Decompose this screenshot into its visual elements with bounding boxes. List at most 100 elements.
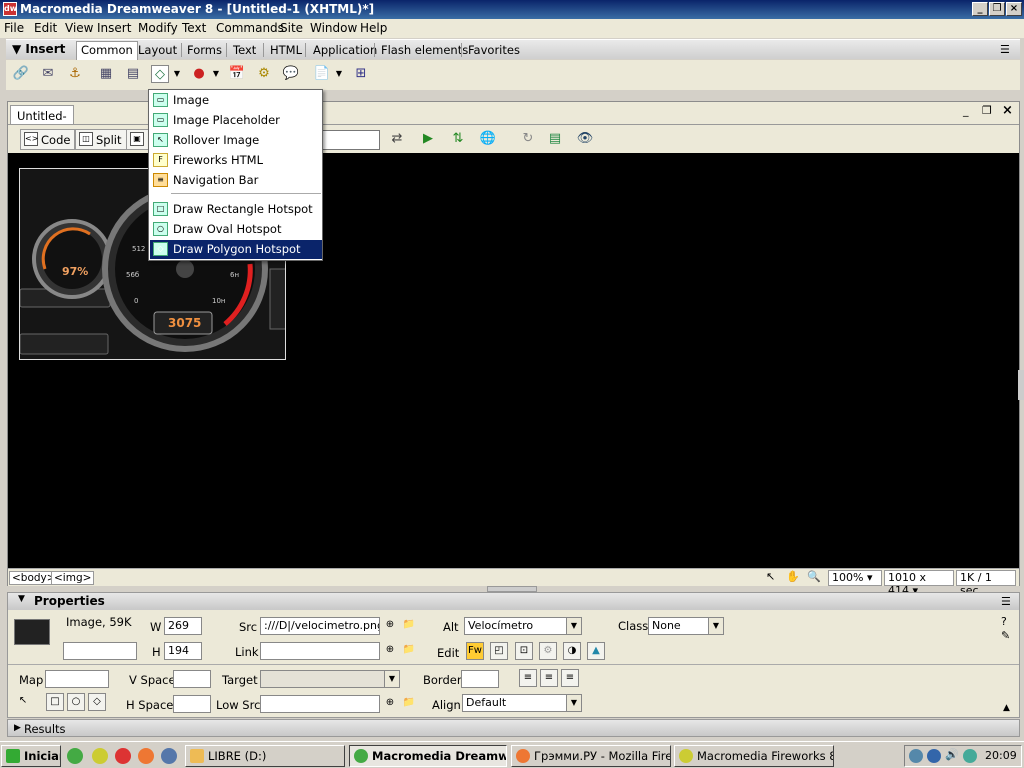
security-tray-icon[interactable] [963, 749, 977, 763]
brightness-icon[interactable]: ◑ [563, 642, 581, 660]
doc-restore-button[interactable]: ❐ [982, 104, 992, 117]
tab-common[interactable]: Common [76, 41, 138, 60]
lowsrc-input[interactable] [260, 695, 380, 713]
point-to-file-icon[interactable]: ⊕ [381, 695, 399, 713]
menu-text[interactable]: Text [182, 21, 206, 35]
tab-layout[interactable]: Layout [138, 43, 177, 57]
hyperlink-icon[interactable]: 🔗 [12, 65, 30, 83]
properties-header[interactable]: ▼ Properties [8, 593, 1019, 610]
menu-item-draw-oval-hotspot[interactable]: ○ Draw Oval Hotspot [150, 220, 322, 239]
menu-item-image-placeholder[interactable]: ▭ Image Placeholder [150, 111, 322, 130]
visual-aids-icon[interactable]: 👁 [576, 130, 594, 148]
taskbar-button-firefox[interactable]: Грэмми.РУ - Mozilla Firefox [511, 745, 671, 767]
menu-edit[interactable]: Edit [34, 21, 57, 35]
browser-quicklaunch-icon[interactable] [161, 748, 177, 764]
menu-item-draw-rectangle-hotspot[interactable]: □ Draw Rectangle Hotspot [150, 200, 322, 219]
tag-selector-img[interactable]: <img> [51, 571, 95, 585]
menu-item-navigation-bar[interactable]: ≡ Navigation Bar [150, 171, 322, 190]
zoom-tool-icon[interactable]: 🔍 [807, 570, 821, 583]
folder-icon[interactable]: 📁 [400, 695, 418, 713]
chevron-down-icon[interactable]: ▼ [172, 65, 182, 83]
insert-bar-title[interactable]: ▼ Insert [12, 42, 65, 56]
class-select[interactable]: None ▼ [648, 617, 724, 635]
close-button[interactable]: × [1006, 2, 1022, 16]
tab-text[interactable]: Text [233, 43, 256, 57]
pointer-tool-icon[interactable]: ↖ [766, 570, 775, 583]
width-input[interactable]: 269 [164, 617, 202, 635]
align-select[interactable]: Default ▼ [462, 694, 582, 712]
vspace-input[interactable] [173, 670, 211, 688]
sharpen-icon[interactable]: ▲ [587, 642, 605, 660]
restore-button[interactable]: ❐ [989, 2, 1005, 16]
document-title-input[interactable] [320, 130, 380, 150]
map-name-input[interactable] [45, 670, 109, 688]
align-center-icon[interactable]: ≡ [540, 669, 558, 687]
tab-flash-elements[interactable]: Flash elements [381, 43, 468, 57]
menu-site[interactable]: Site [280, 21, 303, 35]
taskbar-button-fireworks[interactable]: Macromedia Fireworks 8 [674, 745, 834, 767]
view-options-icon[interactable]: ▤ [546, 130, 564, 148]
dreamweaver-quicklaunch-icon[interactable] [67, 748, 83, 764]
tab-favorites[interactable]: Favorites [468, 43, 520, 57]
media-icon[interactable]: ● [190, 65, 208, 83]
layer-icon[interactable]: ▤ [124, 65, 142, 83]
image-hotspot-icon[interactable]: ◇ [151, 65, 169, 83]
point-to-file-icon[interactable]: ⊕ [381, 642, 399, 660]
hspace-input[interactable] [173, 695, 211, 713]
height-input[interactable]: 194 [164, 642, 202, 660]
menu-insert[interactable]: Insert [97, 21, 131, 35]
hand-tool-icon[interactable]: ✋ [786, 570, 800, 583]
crop-icon[interactable]: ⊡ [515, 642, 533, 660]
oval-hotspot-tool-icon[interactable]: ○ [67, 693, 85, 711]
pointer-hotspot-tool-icon[interactable]: ↖ [14, 693, 32, 711]
menu-item-draw-polygon-hotspot[interactable]: ◇ Draw Polygon Hotspot [150, 240, 322, 259]
menu-item-image[interactable]: ▭ Image [150, 91, 322, 110]
fireworks-quicklaunch-icon[interactable] [92, 748, 108, 764]
side-panel-collapse-handle[interactable] [1018, 370, 1024, 400]
file-management-icon[interactable]: ⇄ [388, 130, 406, 148]
comment-icon[interactable]: 💬 [282, 65, 300, 83]
minimize-button[interactable]: _ [972, 2, 988, 16]
menu-file[interactable]: File [4, 21, 24, 35]
tab-application[interactable]: Application [313, 43, 377, 57]
align-right-icon[interactable]: ≡ [561, 669, 579, 687]
refresh-icon[interactable]: ↻ [519, 130, 537, 148]
resample-icon[interactable]: ⚙ [539, 642, 557, 660]
panel-options-icon[interactable]: ☰ [1001, 595, 1011, 608]
menu-help[interactable]: Help [360, 21, 387, 35]
chevron-down-icon[interactable]: ▼ [211, 65, 221, 83]
help-icon[interactable]: ? [1001, 615, 1007, 628]
panel-options-icon[interactable]: ☰ [1000, 43, 1010, 56]
target-select[interactable]: ▼ [260, 670, 400, 688]
polygon-hotspot-tool-icon[interactable]: ◇ [88, 693, 106, 711]
flash-quicklaunch-icon[interactable] [115, 748, 131, 764]
table-icon[interactable]: ▦ [97, 65, 115, 83]
image-name-input[interactable] [63, 642, 137, 660]
collapse-panel-icon[interactable]: ▲ [1003, 703, 1010, 713]
volume-tray-icon[interactable]: 🔊 [945, 748, 959, 761]
point-to-file-icon[interactable]: ⊕ [381, 617, 399, 635]
tag-chooser-icon[interactable]: ⊞ [352, 65, 370, 83]
chevron-down-icon[interactable]: ▼ [334, 65, 344, 83]
menu-item-fireworks-html[interactable]: F Fireworks HTML [150, 151, 322, 170]
network-tray-icon[interactable] [909, 749, 923, 763]
fireworks-edit-icon[interactable]: Fw [466, 642, 484, 660]
link-input[interactable] [260, 642, 380, 660]
code-view-button[interactable]: <> Code [20, 129, 76, 150]
menu-view[interactable]: View [65, 21, 93, 35]
clock[interactable]: 20:09 [985, 749, 1017, 762]
named-anchor-icon[interactable]: ⚓ [66, 65, 84, 83]
download-tray-icon[interactable] [927, 749, 941, 763]
src-input[interactable]: :///D|/velocimetro.png [260, 617, 380, 635]
menu-window[interactable]: Window [310, 21, 357, 35]
rectangle-hotspot-tool-icon[interactable]: □ [46, 693, 64, 711]
menu-commands[interactable]: Commands [216, 21, 284, 35]
taskbar-button-libre[interactable]: LIBRE (D:) [185, 745, 345, 767]
design-view-button[interactable]: ▣ [126, 129, 150, 150]
firefox-quicklaunch-icon[interactable] [138, 748, 154, 764]
optimize-icon[interactable]: ◰ [490, 642, 508, 660]
zoom-select[interactable]: 100% ▾ [828, 570, 882, 586]
menu-modify[interactable]: Modify [138, 21, 178, 35]
doc-minimize-button[interactable]: _ [963, 104, 969, 117]
document-tab[interactable]: Untitled-1* [10, 105, 74, 137]
